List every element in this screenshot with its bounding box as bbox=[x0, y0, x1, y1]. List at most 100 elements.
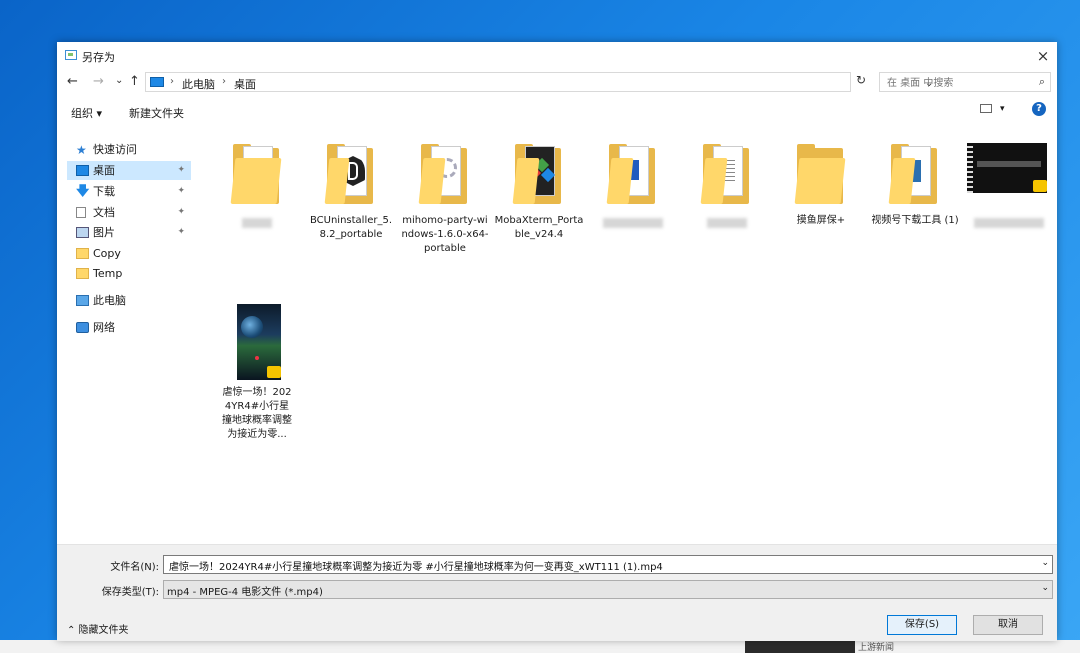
taskbar-text: 上游新闻 bbox=[858, 643, 895, 653]
pin-icon: ✦ bbox=[177, 186, 185, 196]
sidebar-item-label: 此电脑 bbox=[93, 294, 126, 307]
filename-label: 文件名(N): bbox=[110, 562, 159, 573]
breadcrumb-this-pc[interactable]: 此电脑 bbox=[182, 76, 215, 92]
dialog-title: 另存为 bbox=[82, 51, 115, 64]
pin-icon: ✦ bbox=[177, 207, 185, 217]
pin-icon: ✦ bbox=[177, 227, 185, 237]
sidebar-item-network[interactable]: 网络 bbox=[67, 318, 191, 337]
file-item[interactable] bbox=[682, 138, 772, 231]
command-bar: 组织 ▾ 新建文件夹 ▾ ? bbox=[57, 98, 1057, 124]
folder-icon bbox=[415, 138, 475, 212]
address-bar[interactable]: › 此电脑 › 桌面 ⌄ bbox=[145, 72, 933, 92]
video-thumbnail bbox=[227, 304, 287, 384]
save-options-panel: 文件名(N): ⌄ 保存类型(T): mp4 - MPEG-4 电影文件 (*.… bbox=[57, 544, 1057, 641]
folder-icon bbox=[76, 268, 89, 279]
file-item-label: 摸鱼屏保+ bbox=[796, 215, 846, 226]
sidebar-item-downloads[interactable]: 🡇 下载 ✦ bbox=[67, 182, 191, 201]
redacted-label bbox=[974, 218, 1044, 228]
organize-menu-button[interactable]: 组织 ▾ bbox=[71, 105, 102, 121]
address-row: ← → ⌄ ↑ › 此电脑 › 桌面 ⌄ ↻ ⌕ bbox=[57, 70, 1057, 96]
folder-icon bbox=[76, 248, 89, 259]
close-button[interactable]: × bbox=[1029, 42, 1057, 70]
file-item[interactable]: mihomo-party-windows-1.6.0-x64-portable bbox=[400, 138, 490, 256]
sidebar-item-desktop[interactable]: 桌面 ✦ bbox=[67, 161, 191, 180]
navigation-pane: ★ 快速访问 桌面 ✦ 🡇 下载 ✦ 文档 ✦ 图片 ✦ Copy Temp 此… bbox=[57, 124, 197, 544]
folder-icon bbox=[603, 138, 663, 212]
redacted-label bbox=[707, 218, 747, 228]
hide-folders-toggle[interactable]: ⌃ 隐藏文件夹 bbox=[67, 621, 129, 636]
file-item-label: 视频号下载工具 (1) bbox=[871, 215, 959, 226]
cancel-button[interactable]: 取消 bbox=[973, 615, 1043, 635]
folder-icon bbox=[697, 138, 757, 212]
help-icon[interactable]: ? bbox=[1032, 102, 1046, 116]
sidebar-item-label: 网络 bbox=[93, 321, 115, 334]
save-button[interactable]: 保存(S) bbox=[887, 615, 957, 635]
file-item[interactable]: MobaXterm_Portable_v24.4 bbox=[494, 138, 584, 242]
filetype-select[interactable]: mp4 - MPEG-4 电影文件 (*.mp4) ⌄ bbox=[163, 580, 1053, 599]
taskbar-thumbnail bbox=[745, 640, 855, 653]
taskbar-strip: 上游新闻 bbox=[0, 640, 1080, 653]
file-item[interactable]: 摸鱼屏保+ bbox=[776, 138, 866, 228]
pin-icon: ✦ bbox=[177, 165, 185, 175]
file-item[interactable] bbox=[964, 138, 1054, 231]
file-item-label: MobaXterm_Portable_v24.4 bbox=[494, 215, 584, 240]
breadcrumb-separator: › bbox=[170, 76, 174, 87]
this-pc-icon bbox=[150, 77, 164, 87]
breadcrumb-separator: › bbox=[222, 76, 226, 87]
filetype-value: mp4 - MPEG-4 电影文件 (*.mp4) bbox=[167, 587, 323, 598]
search-input[interactable] bbox=[885, 75, 1029, 91]
file-item[interactable]: BCUninstaller_5.8.2_portable bbox=[306, 138, 396, 242]
file-item-label: 虐惊一场！2024YR4#小行星撞地球概率调整为接近为零... bbox=[222, 387, 292, 440]
file-item[interactable]: 视频号下载工具 (1) bbox=[870, 138, 960, 228]
file-item-label: BCUninstaller_5.8.2_portable bbox=[309, 215, 393, 240]
back-arrow-icon[interactable]: ← bbox=[67, 74, 78, 89]
download-arrow-icon: 🡇 bbox=[76, 184, 90, 199]
sidebar-item-label: 文档 bbox=[93, 206, 115, 219]
sidebar-item-label: 图片 bbox=[93, 226, 115, 239]
computer-icon bbox=[76, 295, 89, 306]
file-item[interactable] bbox=[212, 138, 302, 231]
view-icon[interactable] bbox=[980, 104, 992, 113]
search-box[interactable]: ⌕ bbox=[879, 72, 1051, 92]
chevron-down-icon[interactable]: ⌄ bbox=[1041, 583, 1049, 593]
redacted-label bbox=[242, 218, 272, 228]
dialog-window-icon bbox=[65, 50, 77, 60]
file-item-label: mihomo-party-windows-1.6.0-x64-portable bbox=[401, 215, 489, 254]
folder-icon bbox=[509, 138, 569, 212]
sidebar-item-copy[interactable]: Copy bbox=[67, 244, 191, 263]
file-item[interactable] bbox=[588, 138, 678, 231]
sidebar-item-documents[interactable]: 文档 ✦ bbox=[67, 203, 191, 222]
folder-icon bbox=[791, 138, 851, 212]
sidebar-item-this-pc[interactable]: 此电脑 bbox=[67, 291, 191, 310]
sidebar-item-label: 下载 bbox=[93, 185, 115, 198]
redacted-label bbox=[603, 218, 663, 228]
sidebar-item-label: Temp bbox=[93, 267, 123, 280]
sidebar-item-label: Copy bbox=[93, 247, 121, 260]
new-folder-button[interactable]: 新建文件夹 bbox=[129, 105, 184, 121]
filename-field[interactable]: ⌄ bbox=[163, 555, 1053, 574]
sidebar-item-pictures[interactable]: 图片 ✦ bbox=[67, 223, 191, 242]
chevron-down-icon[interactable]: ⌄ bbox=[1041, 558, 1049, 568]
refresh-icon[interactable]: ↻ bbox=[853, 73, 869, 91]
sidebar-item-temp[interactable]: Temp bbox=[67, 264, 191, 283]
file-list[interactable]: BCUninstaller_5.8.2_portable mihomo-part… bbox=[202, 124, 1057, 544]
file-item[interactable]: 虐惊一场！2024YR4#小行星撞地球概率调整为接近为零... bbox=[212, 304, 302, 442]
breadcrumb-desktop[interactable]: 桌面 bbox=[234, 76, 256, 92]
sidebar-item-label: 快速访问 bbox=[93, 143, 137, 156]
filetype-label: 保存类型(T): bbox=[101, 587, 159, 598]
document-icon bbox=[76, 207, 86, 218]
sidebar-item-quick-access[interactable]: ★ 快速访问 bbox=[67, 140, 191, 159]
recent-locations-chevron-icon[interactable]: ⌄ bbox=[115, 75, 123, 86]
folder-icon bbox=[227, 138, 287, 212]
player-badge-icon bbox=[1033, 180, 1047, 192]
save-as-dialog: 另存为 × ← → ⌄ ↑ › 此电脑 › 桌面 ⌄ ↻ ⌕ 组织 ▾ 新建文件… bbox=[57, 42, 1057, 641]
pictures-icon bbox=[76, 227, 89, 238]
view-dropdown-icon[interactable]: ▾ bbox=[1000, 104, 1005, 114]
up-arrow-icon[interactable]: ↑ bbox=[129, 74, 140, 89]
star-icon: ★ bbox=[76, 143, 87, 157]
forward-arrow-icon[interactable]: → bbox=[93, 74, 104, 89]
player-badge-icon bbox=[267, 366, 281, 378]
title-bar: 另存为 × bbox=[57, 42, 1057, 70]
folder-icon bbox=[885, 138, 945, 212]
filename-input[interactable] bbox=[167, 557, 1031, 574]
